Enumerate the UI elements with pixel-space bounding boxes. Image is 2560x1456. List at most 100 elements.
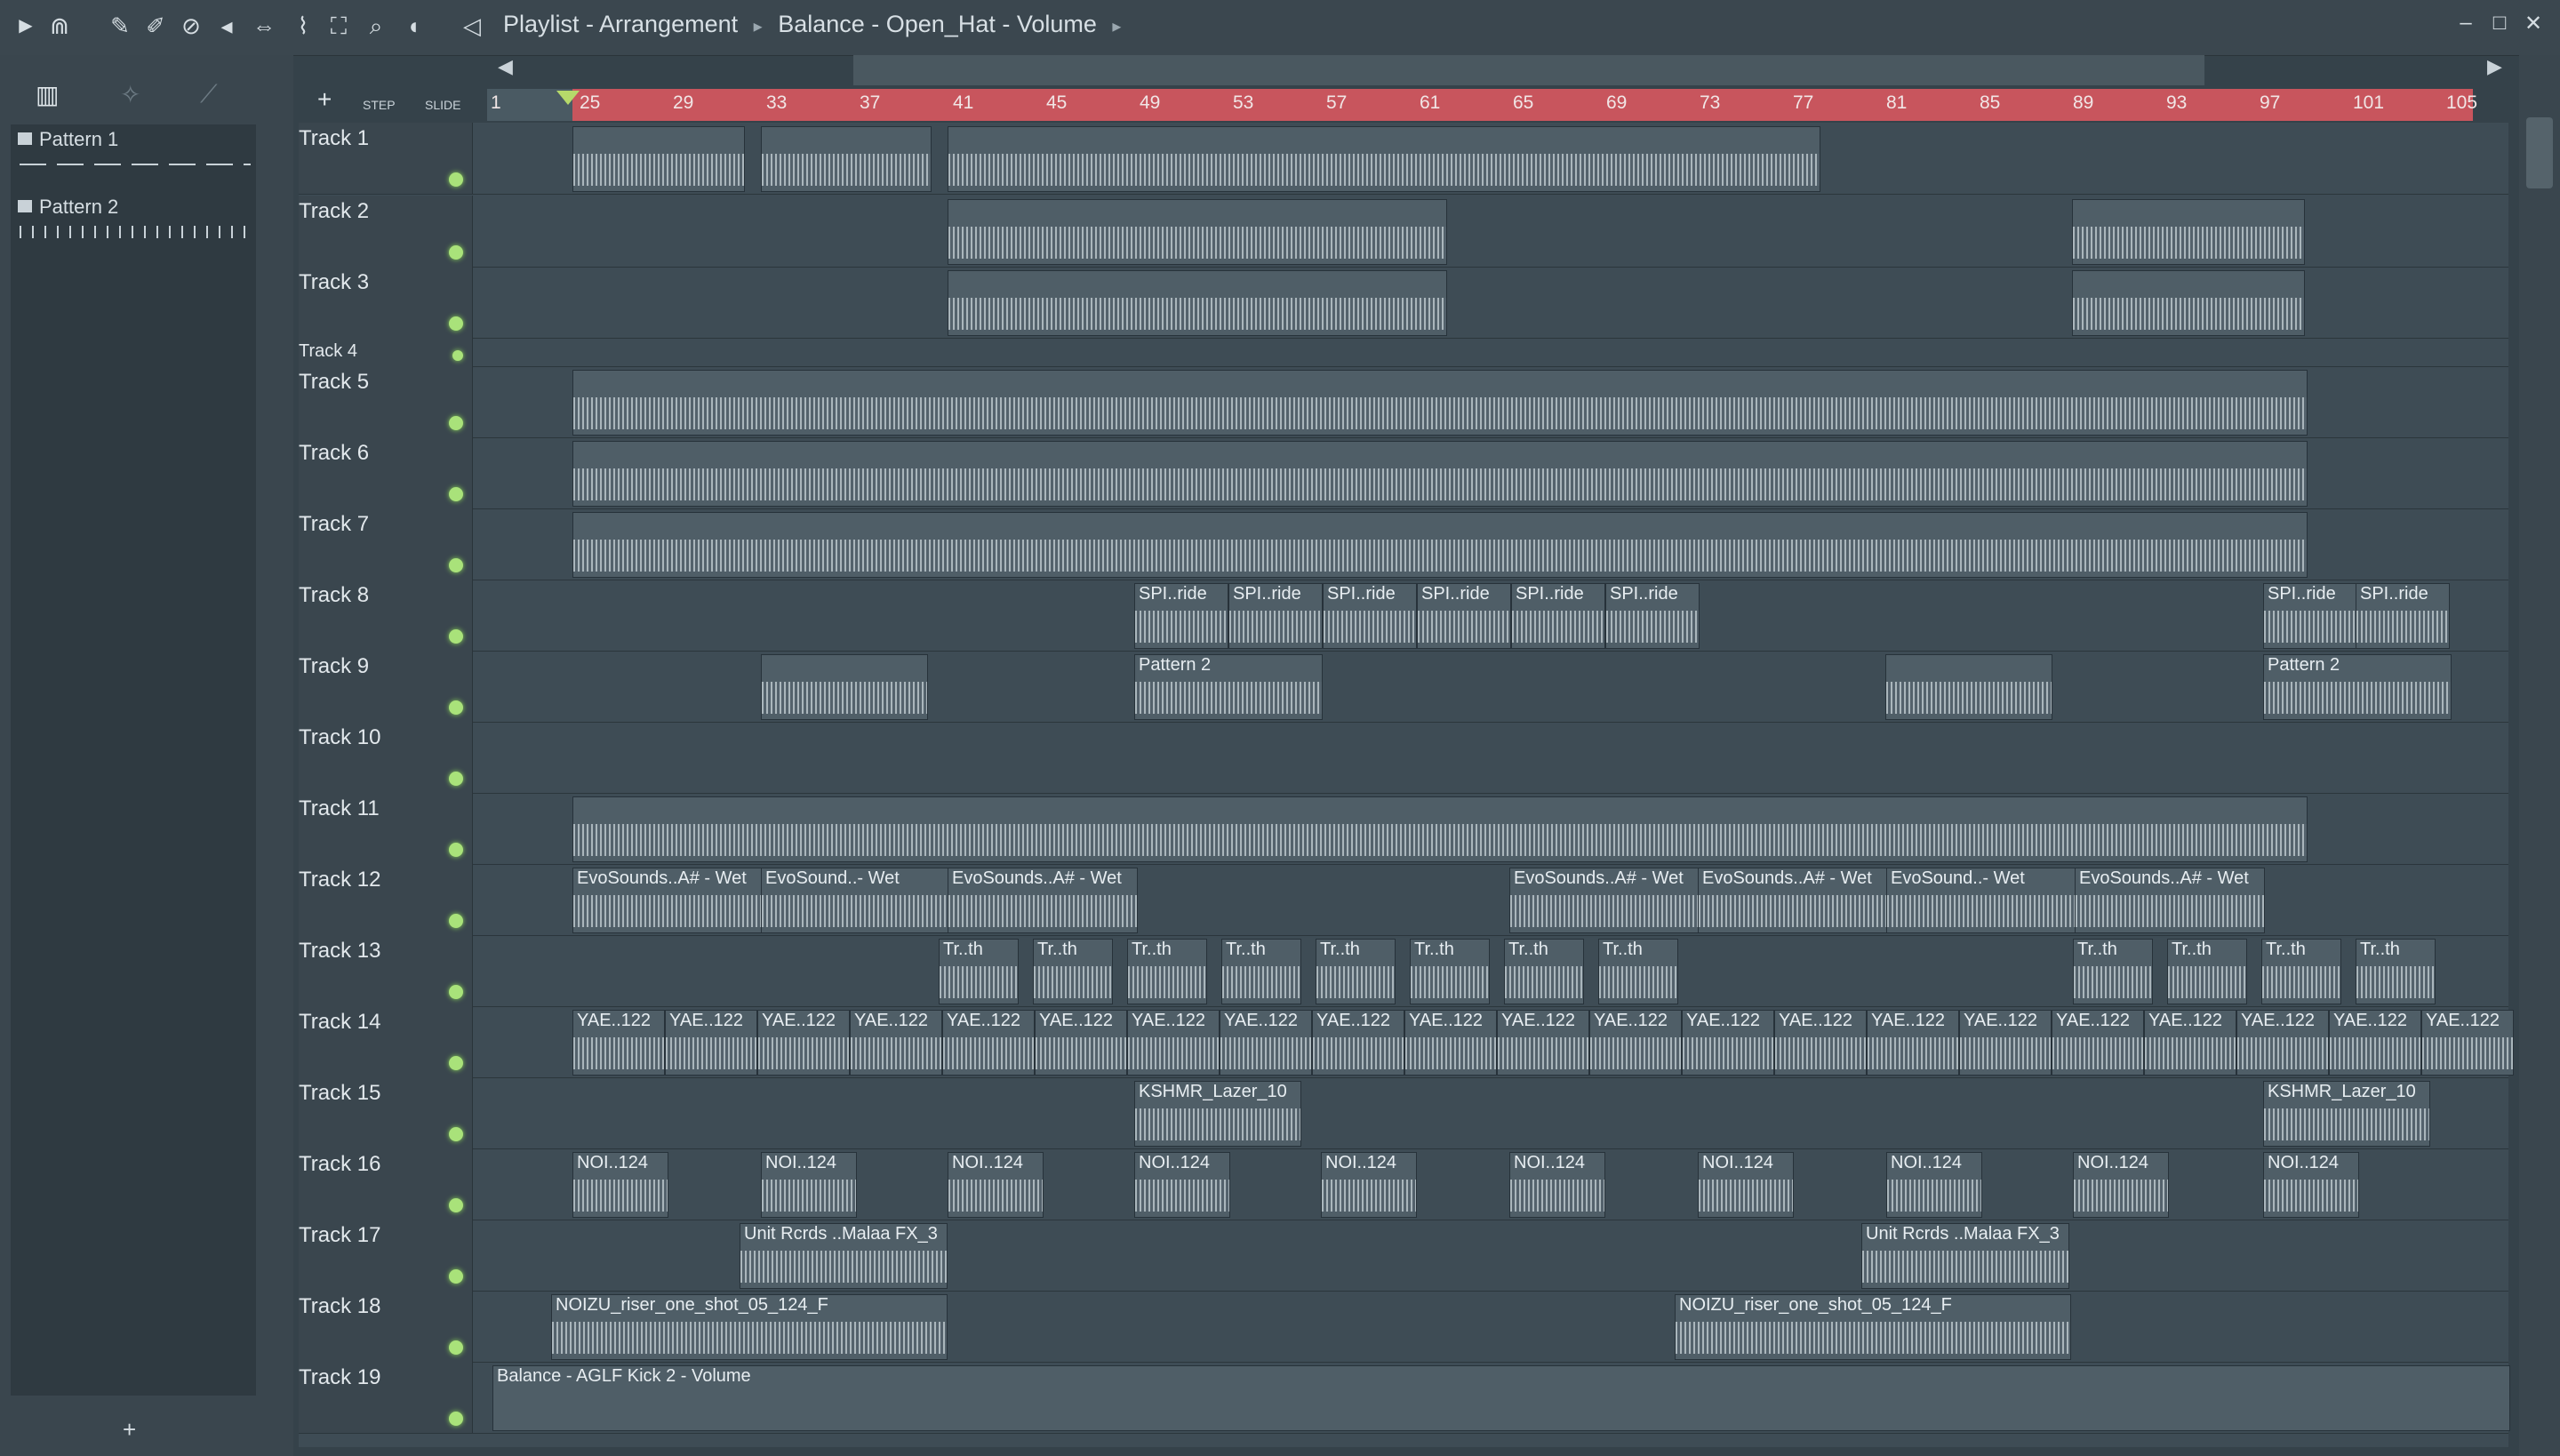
- playlist-clip[interactable]: [948, 270, 1447, 336]
- brush-icon[interactable]: ✐: [142, 12, 169, 39]
- playlist-clip[interactable]: NOIZU_riser_one_shot_05_124_F: [1675, 1294, 2071, 1360]
- track-enable-icon[interactable]: [449, 558, 463, 572]
- track-row[interactable]: Track 4: [299, 338, 2508, 367]
- track-enable-icon[interactable]: [449, 245, 463, 260]
- playlist-clip[interactable]: YAE..122: [757, 1010, 850, 1076]
- playlist-clip[interactable]: NOI..124: [1509, 1152, 1605, 1218]
- add-track-button[interactable]: +: [317, 85, 332, 114]
- track-header[interactable]: Track 16: [299, 1148, 473, 1220]
- playlist-clip[interactable]: YAE..122: [572, 1010, 665, 1076]
- playlist-clip[interactable]: YAE..122: [1589, 1010, 1682, 1076]
- zoom-icon[interactable]: ⌕: [363, 12, 389, 39]
- playlist-clip[interactable]: YAE..122: [1404, 1010, 1497, 1076]
- playlist-clip[interactable]: YAE..122: [1312, 1010, 1404, 1076]
- track-row[interactable]: Track 9 Pattern 2 Pattern 2: [299, 651, 2508, 723]
- playlist-clip[interactable]: Balance - AGLF Kick 2 - Volume: [492, 1365, 2510, 1431]
- playlist-clip[interactable]: SPI..ride: [2356, 583, 2450, 649]
- playlist-clip[interactable]: YAE..122: [1220, 1010, 1312, 1076]
- playlist-clip[interactable]: Tr..th: [1221, 939, 1301, 1004]
- track-row[interactable]: Track 11: [299, 793, 2508, 865]
- playlist-clip[interactable]: EvoSounds..A# - Wet: [1509, 868, 1700, 933]
- track-header[interactable]: Track 5: [299, 366, 473, 437]
- playlist-clip[interactable]: SPI..ride: [1511, 583, 1605, 649]
- playlist-clip[interactable]: YAE..122: [942, 1010, 1035, 1076]
- playlist-clip[interactable]: SPI..ride: [1605, 583, 1700, 649]
- playlist-clip[interactable]: YAE..122: [1774, 1010, 1867, 1076]
- playlist-clip[interactable]: [572, 370, 2308, 436]
- track-row[interactable]: Track 3: [299, 267, 2508, 339]
- timeline-overview-scrollbar[interactable]: [853, 55, 2204, 85]
- playlist-clip[interactable]: EvoSound..- Wet: [761, 868, 951, 933]
- track-header[interactable]: Track 13: [299, 935, 473, 1006]
- playlist-clip[interactable]: [2072, 270, 2305, 336]
- playlist-clip[interactable]: SPI..ride: [1228, 583, 1323, 649]
- track-row[interactable]: Track 6: [299, 437, 2508, 509]
- playlist-clip[interactable]: EvoSounds..A# - Wet: [948, 868, 1138, 933]
- playlist-clip[interactable]: Tr..th: [1033, 939, 1113, 1004]
- slice-icon[interactable]: ⌇: [290, 12, 316, 39]
- playlist-clip[interactable]: NOIZU_riser_one_shot_05_124_F: [551, 1294, 948, 1360]
- delete-icon[interactable]: ⊘: [178, 12, 204, 39]
- track-header[interactable]: Track 14: [299, 1006, 473, 1077]
- track-enable-icon[interactable]: [449, 843, 463, 857]
- audio-icon[interactable]: ✧: [120, 80, 140, 109]
- playlist-clip[interactable]: Tr..th: [2073, 939, 2153, 1004]
- timeline-ruler[interactable]: 25 29 33 37 41 45 49 53 57 61 65 69 73 77 81 85 89 93 97 10…: [572, 89, 2477, 121]
- play-icon[interactable]: ▶: [12, 12, 39, 39]
- playlist-clip[interactable]: YAE..122: [2144, 1010, 2236, 1076]
- playlist-clip[interactable]: Tr..th: [2356, 939, 2436, 1004]
- track-enable-icon[interactable]: [449, 172, 463, 187]
- playlist-clip[interactable]: [572, 512, 2308, 578]
- track-header[interactable]: Track 15: [299, 1077, 473, 1148]
- track-row[interactable]: Track 14 YAE..122 YAE..122 YAE..122 YAE..122…: [299, 1006, 2514, 1078]
- pencil-icon[interactable]: ✎: [107, 12, 133, 39]
- playlist-clip[interactable]: SPI..ride: [1134, 583, 1228, 649]
- playlist-clip[interactable]: [948, 199, 1447, 265]
- playlist-clip[interactable]: [572, 126, 745, 192]
- playlist-clip[interactable]: YAE..122: [1127, 1010, 1220, 1076]
- vertical-scrollbar[interactable]: [2519, 55, 2560, 1456]
- playlist-clip[interactable]: [572, 441, 2308, 507]
- playlist-clip[interactable]: NOI..124: [1886, 1152, 1982, 1218]
- playlist-clip[interactable]: EvoSounds..A# - Wet: [572, 868, 763, 933]
- track-enable-icon[interactable]: [449, 1269, 463, 1284]
- close-icon[interactable]: ✕: [2517, 11, 2549, 36]
- magnet-icon[interactable]: ⋒: [46, 12, 73, 39]
- playlist-clip[interactable]: [2072, 199, 2305, 265]
- track-enable-icon[interactable]: [449, 629, 463, 644]
- breadcrumb-target[interactable]: Balance - Open_Hat - Volume: [778, 11, 1097, 37]
- playhead-marker-icon[interactable]: [556, 91, 580, 105]
- slip-icon[interactable]: ⇔: [251, 12, 277, 39]
- playlist-clip[interactable]: NOI..124: [948, 1152, 1044, 1218]
- track-enable-icon[interactable]: [449, 1340, 463, 1355]
- playlist-clip[interactable]: KSHMR_Lazer_10: [2263, 1081, 2430, 1147]
- track-enable-icon[interactable]: [449, 914, 463, 928]
- playlist-clip[interactable]: YAE..122: [665, 1010, 757, 1076]
- track-header[interactable]: Track 10: [299, 722, 473, 793]
- playlist-clip[interactable]: [761, 654, 928, 720]
- track-row[interactable]: Track 16 NOI..124 NOI..124 NOI..124 NOI..124…: [299, 1148, 2508, 1220]
- track-header[interactable]: Track 3: [299, 267, 473, 338]
- track-header[interactable]: Track 8: [299, 580, 473, 651]
- playlist-clip[interactable]: YAE..122: [2421, 1010, 2514, 1076]
- track-enable-icon[interactable]: [449, 1127, 463, 1141]
- playlist-clip[interactable]: YAE..122: [1959, 1010, 2052, 1076]
- playlist-clip[interactable]: Tr..th: [939, 939, 1019, 1004]
- playlist-clip[interactable]: NOI..124: [2263, 1152, 2359, 1218]
- playlist-clip[interactable]: YAE..122: [2329, 1010, 2421, 1076]
- track-enable-icon[interactable]: [449, 416, 463, 430]
- track-row[interactable]: Track 17 Unit Rcrds ..Malaa FX_3 Unit Rcrd…: [299, 1220, 2508, 1292]
- track-row[interactable]: Track 13 Tr..th Tr..th Tr..th Tr..th Tr..th Tr…: [299, 935, 2508, 1007]
- track-row[interactable]: Track 2: [299, 196, 2508, 268]
- playlist-clip[interactable]: NOI..124: [1698, 1152, 1794, 1218]
- track-row[interactable]: Track 7: [299, 508, 2508, 580]
- track-row[interactable]: Track 12 EvoSounds..A# - Wet EvoSound..- W…: [299, 864, 2508, 936]
- track-header[interactable]: Track 11: [299, 793, 473, 864]
- playlist-clip[interactable]: EvoSound..- Wet: [1886, 868, 2076, 933]
- track-enable-icon[interactable]: [449, 316, 463, 331]
- playlist-clip[interactable]: YAE..122: [1497, 1010, 1589, 1076]
- playlist-clip[interactable]: Tr..th: [1316, 939, 1396, 1004]
- track-header[interactable]: Track 6: [299, 437, 473, 508]
- playlist-clip[interactable]: NOI..124: [1321, 1152, 1417, 1218]
- track-row[interactable]: Track 1: [299, 123, 2508, 195]
